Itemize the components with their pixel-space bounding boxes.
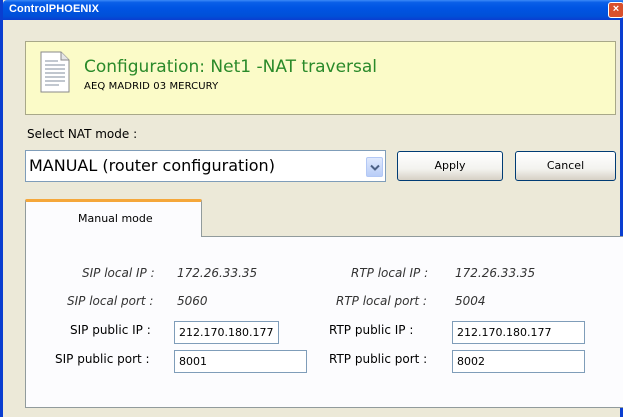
- tab-label: Manual mode: [78, 212, 153, 225]
- nat-mode-label: Select NAT mode :: [27, 127, 138, 141]
- sip-local-port-value: 5060: [177, 294, 208, 308]
- dropdown-arrow-button[interactable]: [366, 157, 383, 177]
- dialog-window: ControlPHOENIX × Configuration: Net1 -NA…: [0, 0, 623, 417]
- configuration-banner: Configuration: Net1 -NAT traversal AEQ M…: [25, 41, 616, 115]
- sip-local-ip-label: SIP local IP :: [82, 266, 155, 280]
- tab-manual-mode[interactable]: Manual mode: [25, 199, 202, 237]
- sip-public-port-label: SIP public port :: [55, 352, 150, 366]
- sip-local-ip-value: 172.26.33.35: [177, 266, 258, 280]
- rtp-local-port-value: 5004: [455, 294, 486, 308]
- rtp-local-ip-value: 172.26.33.35: [455, 266, 536, 280]
- chevron-down-icon: [370, 164, 380, 171]
- rtp-local-port-label: RTP local port :: [336, 294, 427, 308]
- rtp-public-port-label: RTP public port :: [329, 352, 428, 366]
- apply-button[interactable]: Apply: [397, 151, 503, 181]
- window-title: ControlPHOENIX: [9, 3, 100, 15]
- nat-mode-selected-value: MANUAL (router configuration): [29, 156, 275, 175]
- sip-public-ip-input[interactable]: 212.170.180.177: [174, 321, 279, 344]
- sip-public-ip-label: SIP public IP :: [70, 323, 151, 337]
- cancel-button[interactable]: Cancel: [515, 151, 616, 181]
- banner-title: Configuration: Net1 -NAT traversal: [84, 57, 378, 77]
- nat-mode-select[interactable]: MANUAL (router configuration): [25, 150, 386, 182]
- title-bar[interactable]: ControlPHOENIX ×: [3, 0, 623, 20]
- rtp-public-ip-input[interactable]: 212.170.180.177: [452, 321, 585, 344]
- document-icon: [40, 51, 70, 93]
- rtp-public-port-input[interactable]: 8002: [452, 350, 585, 373]
- device-name: AEQ MADRID 03 MERCURY: [84, 81, 219, 92]
- sip-local-port-label: SIP local port :: [67, 294, 154, 308]
- rtp-local-ip-label: RTP local IP :: [351, 266, 429, 280]
- close-button[interactable]: ×: [608, 2, 623, 18]
- manual-mode-panel: SIP local IP : 172.26.33.35 RTP local IP…: [25, 236, 623, 408]
- sip-public-port-input[interactable]: 8001: [174, 350, 307, 373]
- rtp-public-ip-label: RTP public IP :: [329, 323, 414, 337]
